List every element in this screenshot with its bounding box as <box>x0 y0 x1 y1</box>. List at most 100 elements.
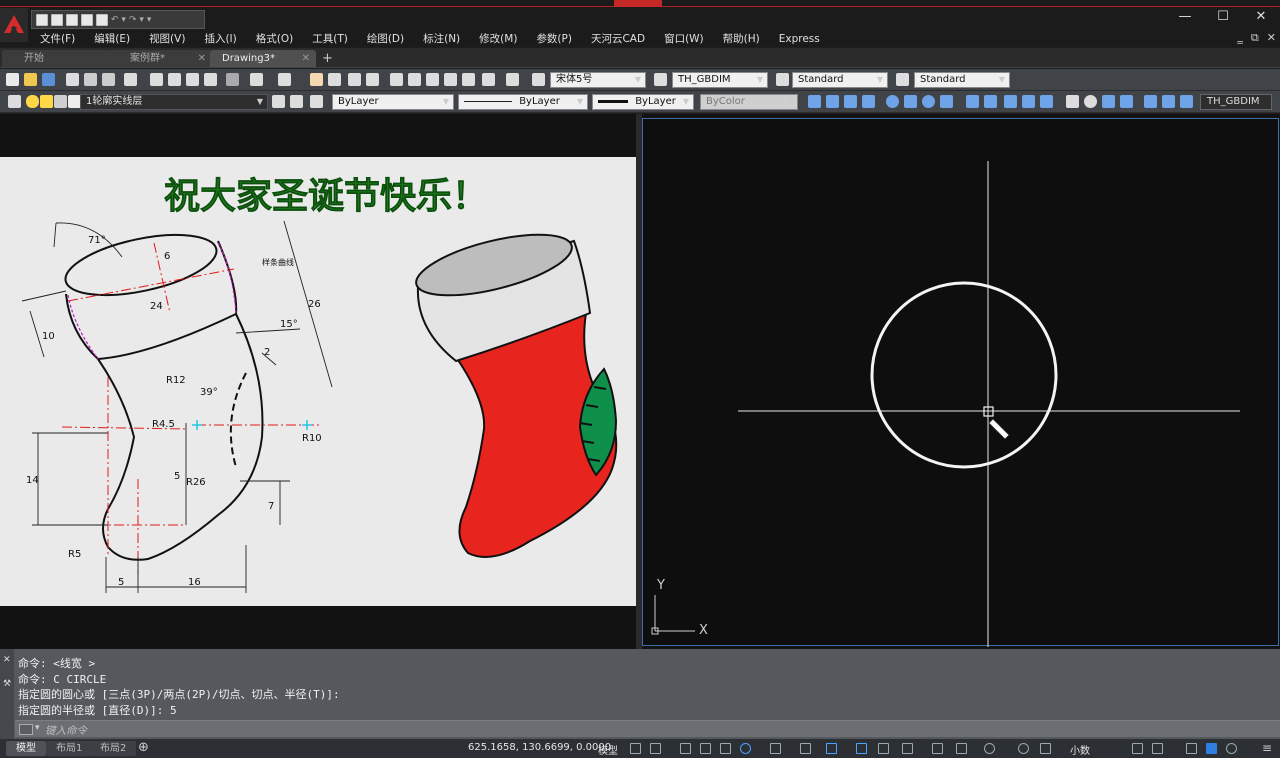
multileader-style-combo[interactable]: Standard ▼ <box>914 72 1010 88</box>
sheet-set-icon[interactable] <box>444 73 457 86</box>
help-icon[interactable] <box>506 73 519 86</box>
selection-cycling-icon[interactable] <box>856 743 867 754</box>
dim-baseline-icon[interactable] <box>984 95 997 108</box>
workspace-icon[interactable] <box>984 743 995 754</box>
dim-style-icon[interactable] <box>654 73 667 86</box>
units-dropdown[interactable]: 小数 <box>1070 742 1090 757</box>
dim-jogged-icon[interactable] <box>904 95 917 108</box>
gear-icon[interactable] <box>1018 743 1029 754</box>
title-drag-handle[interactable] <box>614 0 662 7</box>
make-current-layer-icon[interactable] <box>272 95 285 108</box>
chevron-down-icon[interactable]: ▾ <box>35 723 40 733</box>
dim-angular-icon[interactable] <box>940 95 953 108</box>
polar-icon[interactable] <box>700 743 711 754</box>
multileader-style-icon[interactable] <box>896 73 909 86</box>
osnap-tracking-icon[interactable] <box>740 743 751 754</box>
jogged-linear-icon[interactable] <box>1120 95 1133 108</box>
dim-ordinate-icon[interactable] <box>862 95 875 108</box>
table-style-combo[interactable]: Standard ▼ <box>792 72 888 88</box>
customize-menu-icon[interactable]: ≡ <box>1262 741 1272 755</box>
layer-on-bulb-icon[interactable] <box>26 95 39 108</box>
dim-linear-icon[interactable] <box>808 95 821 108</box>
reference-image[interactable]: 祝大家圣诞节快乐！ 71° 6 样条曲线 24 26 10 15° 2 R12 … <box>0 157 636 606</box>
table-style-icon[interactable] <box>776 73 789 86</box>
copy-icon[interactable] <box>150 73 163 86</box>
menu-window[interactable]: 窗口(W) <box>654 31 713 46</box>
dim-break-icon[interactable] <box>1040 95 1053 108</box>
wrench-icon[interactable]: ⚒ <box>3 679 11 689</box>
design-center-icon[interactable] <box>408 73 421 86</box>
dim-style-combo[interactable]: TH_GBDIM ▼ <box>672 72 768 88</box>
undo-arrow-icon[interactable] <box>250 73 263 86</box>
publish-icon[interactable] <box>102 73 115 86</box>
save-as-icon[interactable] <box>81 13 93 26</box>
clean-screen-icon[interactable] <box>1226 743 1237 754</box>
layout-tab-1[interactable]: 布局1 <box>46 741 93 756</box>
save-icon[interactable] <box>66 13 78 26</box>
calculator-icon[interactable] <box>482 73 495 86</box>
dim-style-combo-right[interactable]: TH_GBDIM <box>1200 94 1272 110</box>
undo-icon[interactable] <box>226 73 239 86</box>
menu-edit[interactable]: 编辑(E) <box>84 31 139 46</box>
tab-start[interactable]: 开始 <box>2 50 110 67</box>
3d-osnap-icon[interactable] <box>878 743 889 754</box>
plot-icon[interactable] <box>66 73 79 86</box>
new-tab-icon[interactable]: + <box>322 51 333 66</box>
layer-previous-icon[interactable] <box>290 95 303 108</box>
preview-icon[interactable] <box>84 73 97 86</box>
annotation-visibility-icon[interactable] <box>956 743 967 754</box>
isolate-objects-icon[interactable] <box>1186 743 1197 754</box>
menu-file[interactable]: 文件(F) <box>30 31 84 46</box>
dim-space-icon[interactable] <box>1022 95 1035 108</box>
menu-format[interactable]: 格式(O) <box>246 31 302 46</box>
paste-icon[interactable] <box>168 73 181 86</box>
dim-arc-icon[interactable] <box>844 95 857 108</box>
save-icon[interactable] <box>42 73 55 86</box>
osnap-icon[interactable] <box>770 743 781 754</box>
close-icon[interactable]: ✕ <box>302 50 310 67</box>
pan-icon[interactable] <box>310 73 323 86</box>
new-file-icon[interactable] <box>36 13 48 26</box>
customize-qat-icon[interactable]: ▾ <box>147 15 152 25</box>
tab-case-group[interactable]: 案例群* ✕ <box>108 50 212 67</box>
layer-lock-icon[interactable] <box>54 95 67 108</box>
dim-diameter-icon[interactable] <box>922 95 935 108</box>
inspect-icon[interactable] <box>1102 95 1115 108</box>
close-icon[interactable]: ✕ <box>198 50 206 67</box>
menu-cloud-cad[interactable]: 天河云CAD <box>581 31 654 46</box>
menu-tools[interactable]: 工具(T) <box>302 31 357 46</box>
quick-properties-icon[interactable] <box>1132 743 1143 754</box>
center-mark-icon[interactable] <box>1084 95 1097 108</box>
text-style-combo[interactable]: 宋体5号 ▼ <box>550 72 646 88</box>
close-icon[interactable]: ✕ <box>3 655 11 665</box>
menu-modify[interactable]: 修改(M) <box>469 31 526 46</box>
drawing-area[interactable]: 祝大家圣诞节快乐！ 71° 6 样条曲线 24 26 10 15° 2 R12 … <box>0 114 1280 649</box>
model-viewport[interactable]: Y X <box>642 118 1279 647</box>
dim-edit-icon[interactable] <box>1144 95 1157 108</box>
lineweight-icon[interactable] <box>800 743 811 754</box>
properties-icon[interactable] <box>390 73 403 86</box>
add-layout-icon[interactable]: ⊕ <box>138 740 149 755</box>
menu-draw[interactable]: 绘图(D) <box>357 31 413 46</box>
doc-minimize-icon[interactable]: ‗ <box>1237 31 1243 45</box>
markup-icon[interactable] <box>462 73 475 86</box>
layer-combo[interactable]: 1轮廓实线层 ▼ <box>80 94 268 110</box>
tab-drawing3[interactable]: Drawing3* ✕ <box>210 50 316 67</box>
menu-insert[interactable]: 插入(I) <box>194 31 245 46</box>
cut-icon[interactable] <box>124 73 137 86</box>
doc-restore-icon[interactable]: ⧉ <box>1251 31 1259 45</box>
lineweight-combo[interactable]: ByLayer ▼ <box>592 94 694 110</box>
ortho-icon[interactable] <box>680 743 691 754</box>
menu-parametric[interactable]: 参数(P) <box>526 31 581 46</box>
lock-ui-icon[interactable] <box>1152 743 1163 754</box>
menu-help[interactable]: 帮助(H) <box>713 31 769 46</box>
model-space-button[interactable]: 模型 <box>598 742 618 757</box>
plus-icon[interactable] <box>1040 743 1051 754</box>
new-icon[interactable] <box>6 73 19 86</box>
app-logo-icon[interactable] <box>0 8 28 42</box>
zoom-window-icon[interactable] <box>348 73 361 86</box>
linetype-combo[interactable]: ByLayer ▼ <box>458 94 588 110</box>
layer-properties-icon[interactable] <box>8 95 21 108</box>
redo-arrow-icon[interactable] <box>278 73 291 86</box>
tolerance-icon[interactable] <box>1066 95 1079 108</box>
